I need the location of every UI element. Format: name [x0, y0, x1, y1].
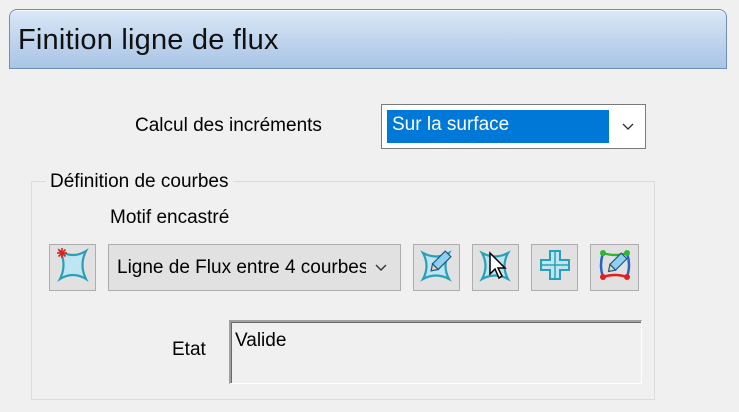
new-curve-button[interactable]	[49, 244, 96, 291]
chevron-down-icon	[375, 262, 387, 274]
edit-curve-pencil-icon	[419, 247, 455, 288]
increments-selected-value: Sur la surface	[387, 110, 609, 143]
edit-curve-button[interactable]	[413, 244, 460, 291]
curves-group-label: Définition de courbes	[46, 171, 233, 193]
pattern-label: Motif encastré	[110, 207, 230, 228]
state-value: Valide	[235, 330, 287, 351]
title-bar: Finition ligne de flux	[9, 9, 727, 69]
chevron-down-icon	[622, 121, 634, 133]
boundary-edit-icon	[596, 246, 634, 289]
cross-shape-icon	[537, 247, 573, 288]
select-curve-cursor-icon	[478, 247, 514, 288]
new-star-curve-icon	[55, 247, 91, 288]
state-field: Valide	[229, 320, 642, 384]
state-label: Etat	[172, 339, 206, 360]
select-curve-button[interactable]	[472, 244, 519, 291]
boundary-edit-button[interactable]	[590, 244, 639, 291]
increments-dropdown[interactable]: Sur la surface	[381, 104, 646, 149]
cross-shape-button[interactable]	[531, 244, 578, 291]
increments-label: Calcul des incréments	[135, 115, 322, 136]
pattern-dropdown[interactable]: Ligne de Flux entre 4 courbes	[108, 244, 401, 291]
window-title: Finition ligne de flux	[18, 24, 279, 56]
pattern-selected-value: Ligne de Flux entre 4 courbes	[117, 257, 366, 278]
